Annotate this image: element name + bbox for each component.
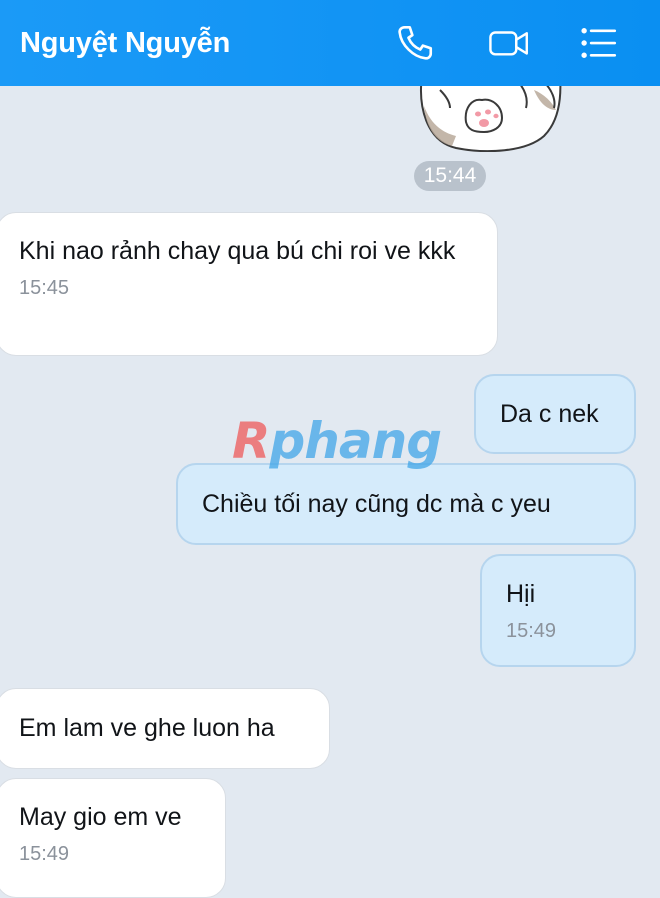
watermark-initial: R [232,412,271,470]
phone-icon[interactable] [392,20,438,66]
list-menu-icon[interactable] [576,20,622,66]
message-bubble-outgoing[interactable]: Hịi 15:49 [480,554,636,667]
watermark-logo: Rphang [232,412,443,470]
message-time: 15:45 [19,277,70,299]
chat-header: Nguyệt Nguyễn [0,0,660,86]
message-text: May gio em ve [19,803,182,831]
message-text: Khi nao rảnh chay qua bú chi roi ve kkk [19,237,456,265]
message-bubble-incoming[interactable]: Em lam ve ghe luon ha [0,688,330,769]
video-camera-icon[interactable] [484,20,534,66]
message-bubble-outgoing[interactable]: Chiều tối nay cũng dc mà c yeu [176,463,636,545]
message-time: 15:49 [506,620,557,642]
sticker-image[interactable] [416,86,566,152]
sticker-timestamp: 15:44 [414,161,486,191]
message-text: Hịi [506,580,536,608]
message-time: 15:49 [19,843,70,865]
watermark-text: phang [269,412,443,470]
message-bubble-outgoing[interactable]: Da c nek [474,374,636,454]
message-text: Da c nek [500,400,599,428]
message-bubble-incoming[interactable]: May gio em ve 15:49 [0,778,226,898]
message-bubble-incoming[interactable]: Khi nao rảnh chay qua bú chi roi ve kkk … [0,212,498,356]
contact-name[interactable]: Nguyệt Nguyễn [20,27,230,60]
message-text: Em lam ve ghe luon ha [19,714,275,742]
message-text: Chiều tối nay cũng dc mà c yeu [202,490,551,518]
